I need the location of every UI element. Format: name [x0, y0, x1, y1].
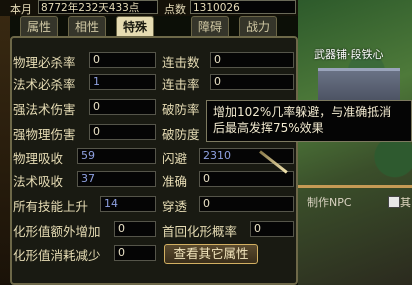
stat-label-phys-crit: 物理必杀率: [13, 55, 76, 70]
scene-divider: [298, 185, 412, 188]
stat-label-combo-count: 连击数: [162, 55, 200, 70]
stat-value-phys-absorb: 59: [77, 148, 156, 164]
stat-label-spell-dmg: 强法术伤害: [13, 102, 76, 117]
stat-label-phys-dmg: 强物理伤害: [13, 127, 76, 142]
game-scene-left: [0, 0, 10, 285]
stat-value-phys-dmg: 0: [89, 124, 156, 140]
tooltip-line-1: 增加102%几率躲避，与准确抵消: [213, 105, 392, 119]
stat-value-first-form: 0: [250, 221, 294, 237]
points-value: 1310026: [190, 0, 296, 14]
stat-label-spell-absorb: 法术吸收: [13, 174, 64, 189]
game-scene-map: [298, 0, 412, 285]
stat-label-all-skills: 所有技能上升: [13, 199, 89, 214]
npc-checkbox[interactable]: [388, 196, 400, 208]
stat-label-combo-rate: 连击率: [162, 77, 200, 92]
dodge-tooltip: 增加102%几率躲避，与准确抵消 后最高发挥75%效果: [206, 100, 412, 142]
tab-affinity[interactable]: 相性: [68, 16, 106, 36]
stat-value-spell-dmg: 0: [89, 99, 156, 115]
stat-value-phys-crit: 0: [89, 52, 156, 68]
header-row: 本月 8772年232天433点 点数 1310026: [0, 0, 298, 16]
stat-value-accuracy: 0: [199, 171, 294, 187]
tab-combat-power[interactable]: 战力: [239, 16, 277, 36]
view-other-attributes-button[interactable]: 查看其它属性: [164, 244, 258, 264]
points-label: 点数: [164, 3, 186, 16]
stat-label-accuracy: 准确: [162, 174, 188, 189]
stat-value-penetration: 0: [199, 196, 294, 212]
tab-attributes[interactable]: 属性: [20, 16, 58, 36]
shop-sign-label: 武器铺·段铁心: [314, 48, 384, 61]
stat-label-phys-absorb: 物理吸收: [13, 151, 64, 166]
stat-value-spell-absorb: 37: [77, 171, 156, 187]
stat-label-break-degree: 破防度: [162, 127, 200, 142]
tab-special[interactable]: 特殊: [116, 16, 154, 36]
stat-label-dodge: 闪避: [162, 151, 188, 166]
stat-label-first-form: 首回化形概率: [162, 224, 238, 239]
stat-value-dodge: 2310: [199, 148, 294, 164]
stat-label-form-cost: 化形值消耗减少: [13, 248, 101, 263]
stat-value-combo-count: 0: [210, 52, 294, 68]
stat-label-break-rate: 破防率: [162, 102, 200, 117]
stat-value-form-extra: 0: [114, 221, 156, 237]
stat-value-all-skills: 14: [100, 196, 156, 212]
stat-value-spell-crit: 1: [89, 74, 156, 90]
tab-obstacle[interactable]: 障碍: [191, 16, 229, 36]
stat-label-spell-crit: 法术必杀率: [13, 77, 76, 92]
month-value: 8772年232天433点: [38, 0, 158, 14]
stat-label-form-extra: 化形值额外增加: [13, 224, 101, 239]
stat-label-penetration: 穿透: [162, 199, 188, 214]
stat-value-form-cost: 0: [114, 245, 156, 261]
stat-value-combo-rate: 0: [210, 74, 294, 90]
npc-craft-label: 制作NPC: [307, 196, 352, 209]
other-label: 其: [400, 196, 411, 209]
month-label: 本月: [10, 3, 32, 16]
tooltip-line-2: 后最高发挥75%效果: [213, 121, 324, 135]
